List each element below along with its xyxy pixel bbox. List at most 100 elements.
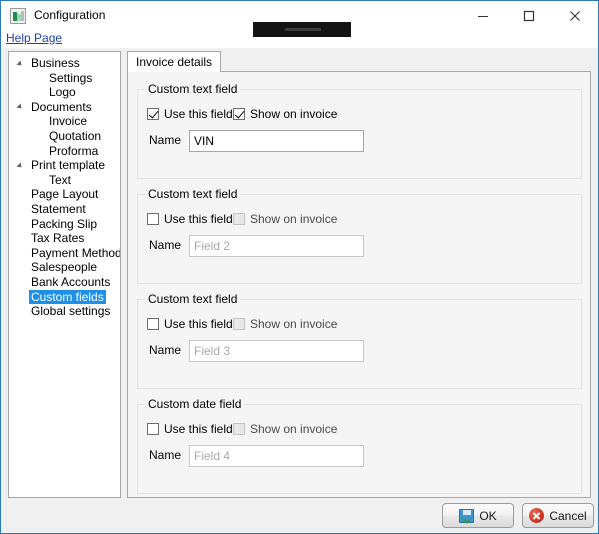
show-on-invoice-checkbox-label: Show on invoice bbox=[250, 422, 338, 436]
sidebar-item-label: Statement bbox=[31, 201, 86, 216]
tab-page-invoice-details: Custom text field Use this field Show on i… bbox=[127, 71, 591, 498]
group-title: Custom text field bbox=[145, 292, 241, 306]
sidebar-item-tax-rates[interactable]: Tax Rates bbox=[9, 231, 120, 246]
sidebar-item-label: Quotation bbox=[49, 128, 102, 143]
expander-arrow-icon[interactable] bbox=[16, 59, 24, 68]
ok-button[interactable]: OK bbox=[442, 503, 514, 528]
sidebar-item-packing-slip[interactable]: Packing Slip bbox=[9, 217, 120, 232]
sidebar-item-label: Logo bbox=[49, 85, 76, 100]
close-button[interactable] bbox=[552, 1, 598, 30]
use-this-field-checkbox-label: Use this field bbox=[164, 422, 233, 436]
help-page-link[interactable]: Help Page bbox=[6, 31, 62, 45]
show-on-invoice-checkbox: Show on invoice bbox=[233, 316, 337, 332]
use-this-field-checkbox[interactable]: Use this field bbox=[147, 316, 233, 332]
redacted-overlay bbox=[253, 22, 351, 37]
checkbox-icon bbox=[233, 423, 245, 435]
name-label: Name bbox=[149, 133, 182, 147]
name-label: Name bbox=[149, 448, 182, 462]
checkbox-icon[interactable] bbox=[147, 108, 159, 120]
group-title: Custom date field bbox=[145, 397, 245, 411]
sidebar-item-label: Text bbox=[49, 172, 72, 187]
sidebar-item-label: Global settings bbox=[31, 304, 111, 319]
show-on-invoice-checkbox[interactable]: Show on invoice bbox=[233, 106, 337, 122]
checkbox-icon[interactable] bbox=[233, 108, 245, 120]
custom-field-group-1: Custom text field Use this field Show on i… bbox=[137, 82, 582, 179]
custom-field-name-input[interactable] bbox=[189, 445, 364, 467]
sidebar-item-proforma[interactable]: Proforma bbox=[9, 144, 120, 159]
maximize-icon bbox=[523, 10, 535, 21]
checkbox-icon[interactable] bbox=[147, 213, 159, 225]
tab-strip: Invoice details bbox=[127, 51, 591, 72]
sidebar-item-label: Documents bbox=[31, 99, 92, 114]
expander-arrow-icon[interactable] bbox=[16, 162, 24, 170]
group-title: Custom text field bbox=[145, 82, 241, 96]
group-title: Custom text field bbox=[145, 187, 241, 201]
sidebar-item-label: Settings bbox=[49, 70, 93, 85]
sidebar-item-label: Print template bbox=[31, 158, 106, 173]
use-this-field-checkbox-label: Use this field bbox=[164, 317, 233, 331]
sidebar-item-business[interactable]: Business bbox=[9, 56, 120, 71]
custom-field-group-4: Custom date field Use this field Show on i… bbox=[137, 397, 582, 494]
minimize-button[interactable] bbox=[460, 1, 506, 30]
custom-field-name-input[interactable] bbox=[189, 340, 364, 362]
sidebar-item-label: Bank Accounts bbox=[31, 274, 111, 289]
show-on-invoice-checkbox-label: Show on invoice bbox=[250, 317, 338, 331]
dialog-footer: OK Cancel bbox=[1, 503, 598, 533]
sidebar-item-custom-fields[interactable]: Custom fields bbox=[9, 289, 120, 305]
sidebar-item-invoice[interactable]: Invoice bbox=[9, 114, 120, 129]
checkbox-icon bbox=[233, 213, 245, 225]
checkbox-icon[interactable] bbox=[147, 318, 159, 330]
show-on-invoice-checkbox-label: Show on invoice bbox=[250, 107, 338, 121]
sidebar-item-global-settings[interactable]: Global settings bbox=[9, 304, 120, 319]
show-on-invoice-checkbox: Show on invoice bbox=[233, 421, 337, 437]
sidebar-item-text[interactable]: Text bbox=[9, 173, 120, 188]
settings-tree[interactable]: Business Settings Logo Documents Invoice Quot… bbox=[8, 51, 121, 498]
tab-invoice-details[interactable]: Invoice details bbox=[127, 51, 222, 72]
sidebar-item-label: Business bbox=[31, 56, 80, 70]
sidebar-item-settings[interactable]: Settings bbox=[9, 71, 120, 86]
minimize-icon bbox=[478, 15, 488, 17]
ok-button-label: OK bbox=[479, 508, 497, 523]
sidebar-item-payment-methods[interactable]: Payment Methods bbox=[9, 246, 120, 261]
cancel-circle-icon bbox=[529, 508, 545, 523]
use-this-field-checkbox-label: Use this field bbox=[164, 212, 233, 226]
show-on-invoice-checkbox: Show on invoice bbox=[233, 211, 337, 227]
configuration-window: Configuration Help Page Business Settings… bbox=[0, 0, 599, 534]
custom-field-group-2: Custom text field Use this field Show on i… bbox=[137, 187, 582, 284]
save-disk-icon bbox=[459, 508, 475, 523]
sidebar-item-statement[interactable]: Statement bbox=[9, 202, 120, 217]
custom-field-name-input[interactable] bbox=[189, 130, 364, 152]
use-this-field-checkbox[interactable]: Use this field bbox=[147, 211, 233, 227]
custom-field-name-input[interactable] bbox=[189, 235, 364, 257]
cancel-button-label: Cancel bbox=[549, 508, 587, 523]
sidebar-item-label: Salespeople bbox=[31, 260, 98, 275]
sidebar-item-label: Custom fields bbox=[29, 289, 106, 305]
checkbox-icon bbox=[233, 318, 245, 330]
name-label: Name bbox=[149, 238, 182, 252]
sidebar-item-label: Packing Slip bbox=[31, 216, 98, 231]
sidebar-item-label: Invoice bbox=[49, 114, 88, 129]
tab-control: Invoice details Custom text field Use thi… bbox=[127, 51, 591, 498]
window-title: Configuration bbox=[34, 8, 106, 22]
custom-field-group-3: Custom text field Use this field Show on i… bbox=[137, 292, 582, 389]
sidebar-item-quotation[interactable]: Quotation bbox=[9, 129, 120, 144]
sidebar-item-documents[interactable]: Documents bbox=[9, 100, 120, 115]
sidebar-item-page-layout[interactable]: Page Layout bbox=[9, 187, 120, 202]
show-on-invoice-checkbox-label: Show on invoice bbox=[250, 212, 338, 226]
maximize-button[interactable] bbox=[506, 1, 552, 30]
name-label: Name bbox=[149, 343, 182, 357]
use-this-field-checkbox[interactable]: Use this field bbox=[147, 421, 233, 437]
cancel-button[interactable]: Cancel bbox=[522, 503, 594, 528]
expander-arrow-icon[interactable] bbox=[16, 103, 24, 111]
checkbox-icon[interactable] bbox=[147, 423, 159, 435]
sidebar-item-logo[interactable]: Logo bbox=[9, 85, 120, 100]
sidebar-item-bank-accounts[interactable]: Bank Accounts bbox=[9, 275, 120, 290]
close-icon bbox=[570, 10, 580, 21]
app-image-icon bbox=[10, 8, 26, 24]
sidebar-item-print-template[interactable]: Print template bbox=[9, 158, 120, 173]
use-this-field-checkbox-label: Use this field bbox=[164, 107, 233, 121]
sidebar-item-label: Payment Methods bbox=[31, 245, 121, 260]
use-this-field-checkbox[interactable]: Use this field bbox=[147, 106, 233, 122]
sidebar-item-salespeople[interactable]: Salespeople bbox=[9, 260, 120, 275]
sidebar-item-label: Page Layout bbox=[31, 187, 99, 202]
